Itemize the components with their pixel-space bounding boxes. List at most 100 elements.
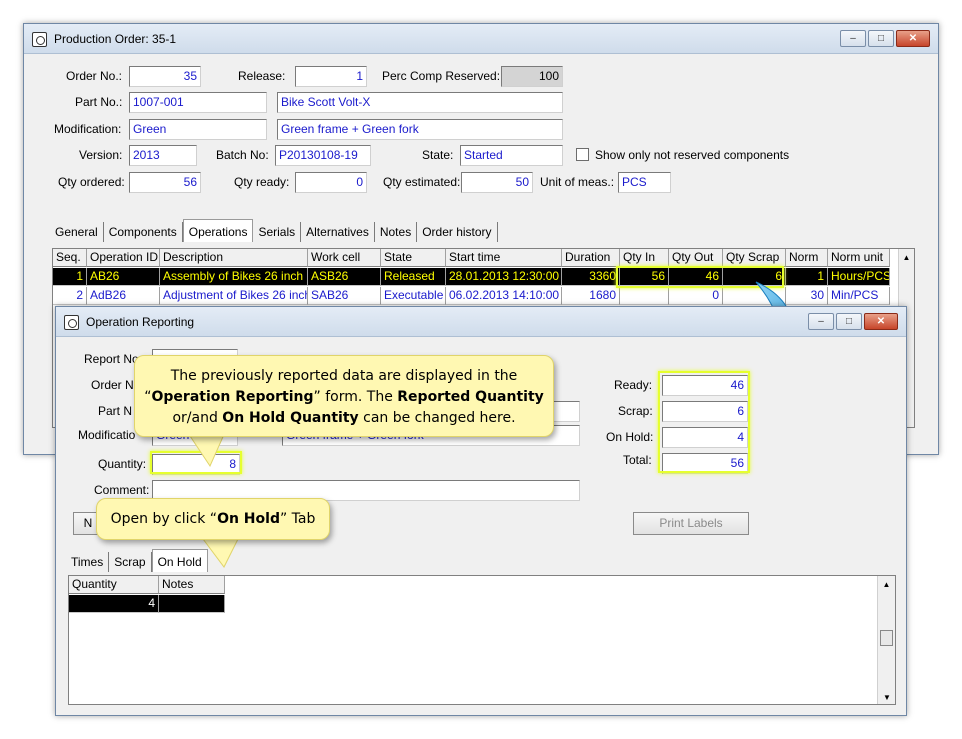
qty-estimated-label: Qty estimated:: [383, 175, 461, 189]
title-bar: Production Order: 35-1 – □ ✕: [24, 24, 938, 54]
on-hold-label: On Hold:: [606, 430, 654, 444]
tab-operations[interactable]: Operations: [182, 219, 254, 242]
scroll-down-icon[interactable]: ▼: [878, 693, 895, 702]
table-header-row: Seq. Operation ID Description Work cell …: [53, 249, 890, 267]
show-not-reserved-label: Show only not reserved components: [595, 148, 790, 162]
total-label: Total:: [623, 453, 652, 467]
table-cell: Min/PCS: [828, 287, 890, 305]
callout-line-3: or/and On Hold Quantity can be changed h…: [172, 410, 516, 426]
column-header[interactable]: Norm unit: [828, 249, 890, 267]
modification-description-field[interactable]: Green frame + Green fork: [277, 119, 563, 140]
table-cell: 1: [53, 268, 87, 286]
minimize-icon[interactable]: –: [840, 30, 866, 47]
scroll-up-icon[interactable]: ▲: [899, 249, 914, 262]
scroll-up-icon[interactable]: ▲: [878, 576, 895, 589]
table-cell: Executable: [381, 287, 446, 305]
quantity-label: Quantity:: [98, 457, 147, 471]
table-cell: Hours/PCS: [828, 268, 890, 286]
modification-field[interactable]: Green: [129, 119, 267, 140]
table-cell: 0: [669, 287, 723, 305]
table-header-row: Quantity Notes: [69, 576, 225, 594]
perc-comp-label: Perc Comp Reserved:: [382, 69, 501, 83]
qty-ready-field[interactable]: 0: [295, 172, 367, 193]
table-cell: [620, 287, 669, 305]
scrap-field[interactable]: 6: [662, 401, 748, 422]
order-no-field[interactable]: 35: [129, 66, 201, 87]
show-not-reserved-checkbox[interactable]: [576, 148, 589, 161]
modification-label: Modification:: [54, 122, 122, 136]
close-icon[interactable]: ✕: [896, 30, 930, 47]
minimize-icon[interactable]: –: [808, 313, 834, 330]
tab-order-history[interactable]: Order history: [417, 222, 498, 242]
table-cell: 2: [53, 287, 87, 305]
column-header[interactable]: Qty In: [620, 249, 669, 267]
release-label: Release:: [238, 69, 286, 83]
perc-comp-field: 100: [501, 66, 563, 87]
app-icon: [64, 315, 79, 330]
window-title: Production Order: 35-1: [54, 32, 177, 46]
unit-of-meas-label: Unit of meas.:: [540, 175, 615, 189]
table-cell: SAB26: [308, 287, 381, 305]
part-no-field[interactable]: 1007-001: [129, 92, 267, 113]
close-icon[interactable]: ✕: [864, 313, 898, 330]
part-no-label: Part N: [98, 404, 133, 418]
batch-no-label: Batch No:: [216, 148, 269, 162]
tab-components[interactable]: Components: [104, 222, 183, 242]
table-cell: 28.01.2013 12:30:00: [446, 268, 562, 286]
column-header[interactable]: Seq.: [53, 249, 87, 267]
maximize-icon[interactable]: □: [836, 313, 862, 330]
table-row[interactable]: 4: [69, 595, 225, 613]
release-field[interactable]: 1: [295, 66, 367, 87]
total-field[interactable]: 56: [662, 453, 748, 474]
print-labels-button[interactable]: Print Labels: [633, 512, 749, 535]
column-header[interactable]: Start time: [446, 249, 562, 267]
tab-notes[interactable]: Notes: [375, 222, 418, 242]
table-cell: 06.02.2013 14:10:00: [446, 287, 562, 305]
version-label: Version:: [79, 148, 123, 162]
column-header[interactable]: Operation ID: [87, 249, 160, 267]
state-label: State:: [422, 148, 454, 162]
column-header[interactable]: Qty Out: [669, 249, 723, 267]
tab-times[interactable]: Times: [66, 552, 110, 572]
scrap-label: Scrap:: [618, 404, 653, 418]
qty-estimated-field[interactable]: 50: [461, 172, 533, 193]
tab-scrap[interactable]: Scrap: [109, 552, 152, 572]
title-bar: Operation Reporting – □ ✕: [56, 307, 906, 337]
callout-pointer: [199, 535, 241, 568]
column-header[interactable]: Norm: [786, 249, 828, 267]
batch-no-field[interactable]: P20130108-19: [275, 145, 371, 166]
table-cell: 46: [669, 268, 723, 286]
column-header[interactable]: Description: [160, 249, 308, 267]
reporting-tabs: Times Scrap On Hold: [66, 549, 208, 572]
on-hold-field[interactable]: 4: [662, 427, 748, 448]
column-header[interactable]: Notes: [159, 576, 225, 594]
app-icon: [32, 32, 47, 47]
part-description-field[interactable]: Bike Scott Volt-X: [277, 92, 563, 113]
table-cell: [159, 595, 225, 613]
window-title: Operation Reporting: [86, 315, 195, 329]
state-field[interactable]: Started: [460, 145, 563, 166]
unit-of-meas-field[interactable]: PCS: [618, 172, 671, 193]
table-cell: Adjustment of Bikes 26 inch: [160, 287, 308, 305]
table-cell: AdB26: [87, 287, 160, 305]
tab-serials[interactable]: Serials: [253, 222, 302, 242]
version-field[interactable]: 2013: [129, 145, 197, 166]
qty-ordered-field[interactable]: 56: [129, 172, 201, 193]
column-header[interactable]: Work cell: [308, 249, 381, 267]
ready-field[interactable]: 46: [662, 375, 748, 396]
tab-alternatives[interactable]: Alternatives: [301, 222, 375, 242]
hold-table-scrollbar[interactable]: ▲ ▼: [877, 576, 895, 704]
table-cell: 1680: [562, 287, 620, 305]
column-header[interactable]: State: [381, 249, 446, 267]
table-cell: 56: [620, 268, 669, 286]
part-no-label: Part No.:: [75, 95, 123, 109]
ready-label: Ready:: [614, 378, 653, 392]
order-no-label: Order N: [91, 378, 134, 392]
column-header[interactable]: Duration: [562, 249, 620, 267]
scroll-thumb[interactable]: [880, 630, 893, 646]
maximize-icon[interactable]: □: [868, 30, 894, 47]
column-header[interactable]: Qty Scrap: [723, 249, 786, 267]
tab-general[interactable]: General: [50, 222, 104, 242]
column-header[interactable]: Quantity: [69, 576, 159, 594]
on-hold-table[interactable]: Quantity Notes 4 ▲ ▼: [68, 575, 896, 705]
